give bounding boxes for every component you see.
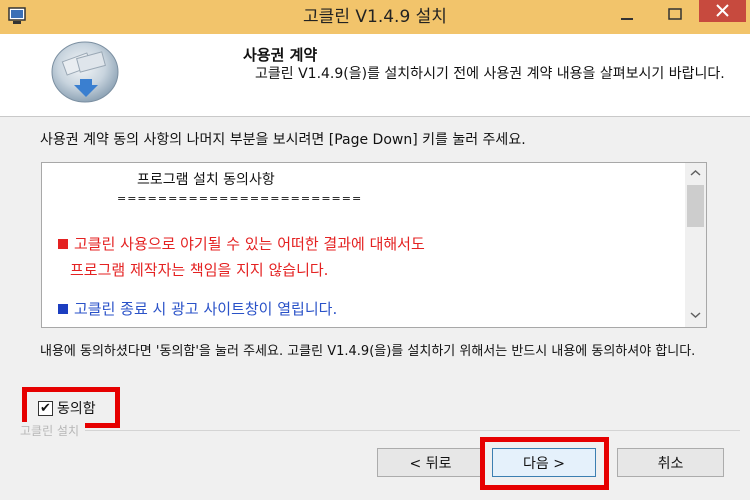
minimize-button[interactable] bbox=[604, 0, 652, 32]
page-down-instruction: 사용권 계약 동의 사항의 나머지 부분을 보시려면 [Page Down] 키… bbox=[40, 132, 526, 148]
scrollbar-thumb[interactable] bbox=[687, 185, 704, 227]
minimize-icon bbox=[621, 18, 633, 20]
agree-instruction: 내용에 동의하셨다면 '동의함'을 눌러 주세요. 고클린 V1.4.9(을)를… bbox=[40, 344, 696, 359]
license-text-box[interactable]: 프로그램 설치 동의사항 ======================== 고클… bbox=[41, 162, 707, 328]
close-button[interactable] bbox=[699, 0, 746, 22]
header-description: 고클린 V1.4.9(을)를 설치하시기 전에 사용권 계약 내용을 살펴보시기… bbox=[255, 66, 725, 82]
back-button[interactable]: < 뒤로 bbox=[377, 448, 484, 477]
blue-square-icon bbox=[58, 304, 68, 314]
license-title: 프로그램 설치 동의사항 bbox=[137, 172, 275, 188]
license-content: 프로그램 설치 동의사항 ======================== 고클… bbox=[42, 163, 682, 327]
agree-checkbox-label[interactable]: 동의함 bbox=[57, 398, 96, 418]
chevron-down-icon[interactable] bbox=[685, 307, 706, 323]
checkmark-icon: ✔ bbox=[40, 400, 51, 416]
maximize-icon bbox=[668, 8, 682, 20]
installer-logo-icon bbox=[51, 41, 119, 103]
license-ad-notice: 고클린 종료 시 광고 사이트창이 열립니다. bbox=[74, 300, 338, 318]
maximize-button[interactable] bbox=[652, 0, 698, 32]
header-panel: 사용권 계약 고클린 V1.4.9(을)를 설치하시기 전에 사용권 계약 내용… bbox=[0, 34, 750, 117]
next-highlight-box bbox=[480, 437, 609, 490]
header-title: 사용권 계약 bbox=[243, 46, 318, 64]
red-square-icon bbox=[58, 239, 68, 249]
license-warning-line-1: 고클린 사용으로 야기될 수 있는 어떠한 결과에 대해서도 bbox=[74, 235, 425, 253]
chevron-up-icon[interactable] bbox=[685, 165, 706, 181]
agree-checkbox-row[interactable]: ✔ 동의함 bbox=[38, 399, 96, 417]
license-separator: ======================== bbox=[117, 192, 363, 205]
branding-text: 고클린 설치 bbox=[20, 422, 86, 439]
title-bar: 고클린 V1.4.9 설치 bbox=[0, 0, 750, 34]
branding-divider bbox=[20, 430, 740, 431]
agree-checkbox[interactable]: ✔ bbox=[38, 400, 53, 416]
dialog-body: 사용권 계약 동의 사항의 나머지 부분을 보시려면 [Page Down] 키… bbox=[0, 117, 750, 500]
close-icon bbox=[716, 4, 729, 17]
license-scrollbar[interactable] bbox=[685, 163, 706, 327]
cancel-button[interactable]: 취소 bbox=[617, 448, 724, 477]
license-warning-line-2: 프로그램 제작자는 책임을 지지 않습니다. bbox=[70, 261, 329, 279]
